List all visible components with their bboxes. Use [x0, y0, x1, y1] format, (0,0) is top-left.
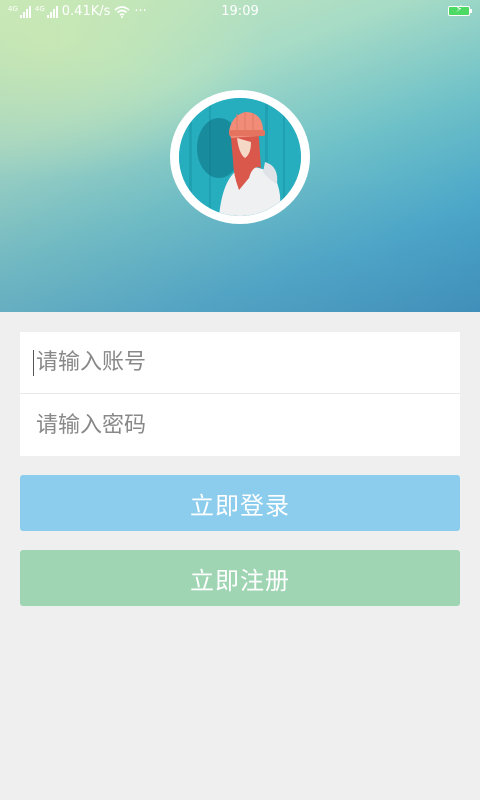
login-screen: 4G 4G 0.41K/s ··· 19:09 ⚡ 请输入账号 立即登录 立即注…	[0, 0, 480, 800]
login-form	[20, 332, 460, 456]
password-input[interactable]	[34, 411, 438, 439]
header-banner: 4G 4G 0.41K/s ··· 19:09 ⚡	[0, 0, 480, 312]
avatar-illustration	[179, 98, 301, 216]
login-button[interactable]: 立即登录	[20, 475, 460, 531]
password-field-row	[20, 394, 460, 456]
text-cursor	[33, 350, 34, 376]
battery-icon: ⚡	[448, 4, 472, 16]
status-bar: 4G 4G 0.41K/s ··· 19:09 ⚡	[0, 0, 480, 24]
avatar-frame[interactable]	[170, 90, 310, 224]
charging-bolt-icon: ⚡	[455, 4, 463, 15]
avatar	[179, 98, 301, 216]
status-time: 19:09	[221, 4, 259, 19]
account-field-row	[20, 332, 460, 394]
register-button[interactable]: 立即注册	[20, 550, 460, 606]
account-input[interactable]	[34, 349, 438, 376]
